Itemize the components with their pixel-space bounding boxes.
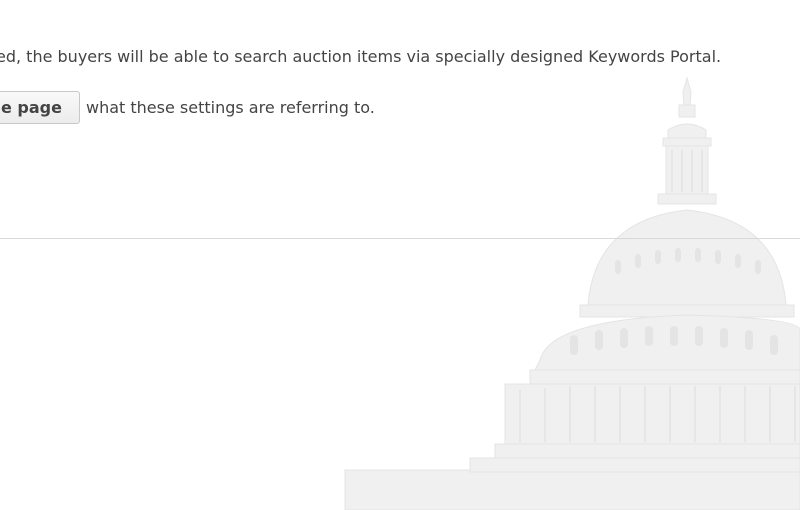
section-divider	[0, 238, 800, 239]
intro-text: ed, the buyers will be able to search au…	[0, 47, 722, 66]
guide-row: e page what these settings are referring…	[0, 91, 375, 124]
capitol-building-icon	[344, 76, 800, 510]
settings-page: ed, the buyers will be able to search au…	[0, 0, 800, 510]
guide-description-text: what these settings are referring to.	[85, 97, 375, 117]
guide-page-button[interactable]: e page	[0, 91, 80, 124]
